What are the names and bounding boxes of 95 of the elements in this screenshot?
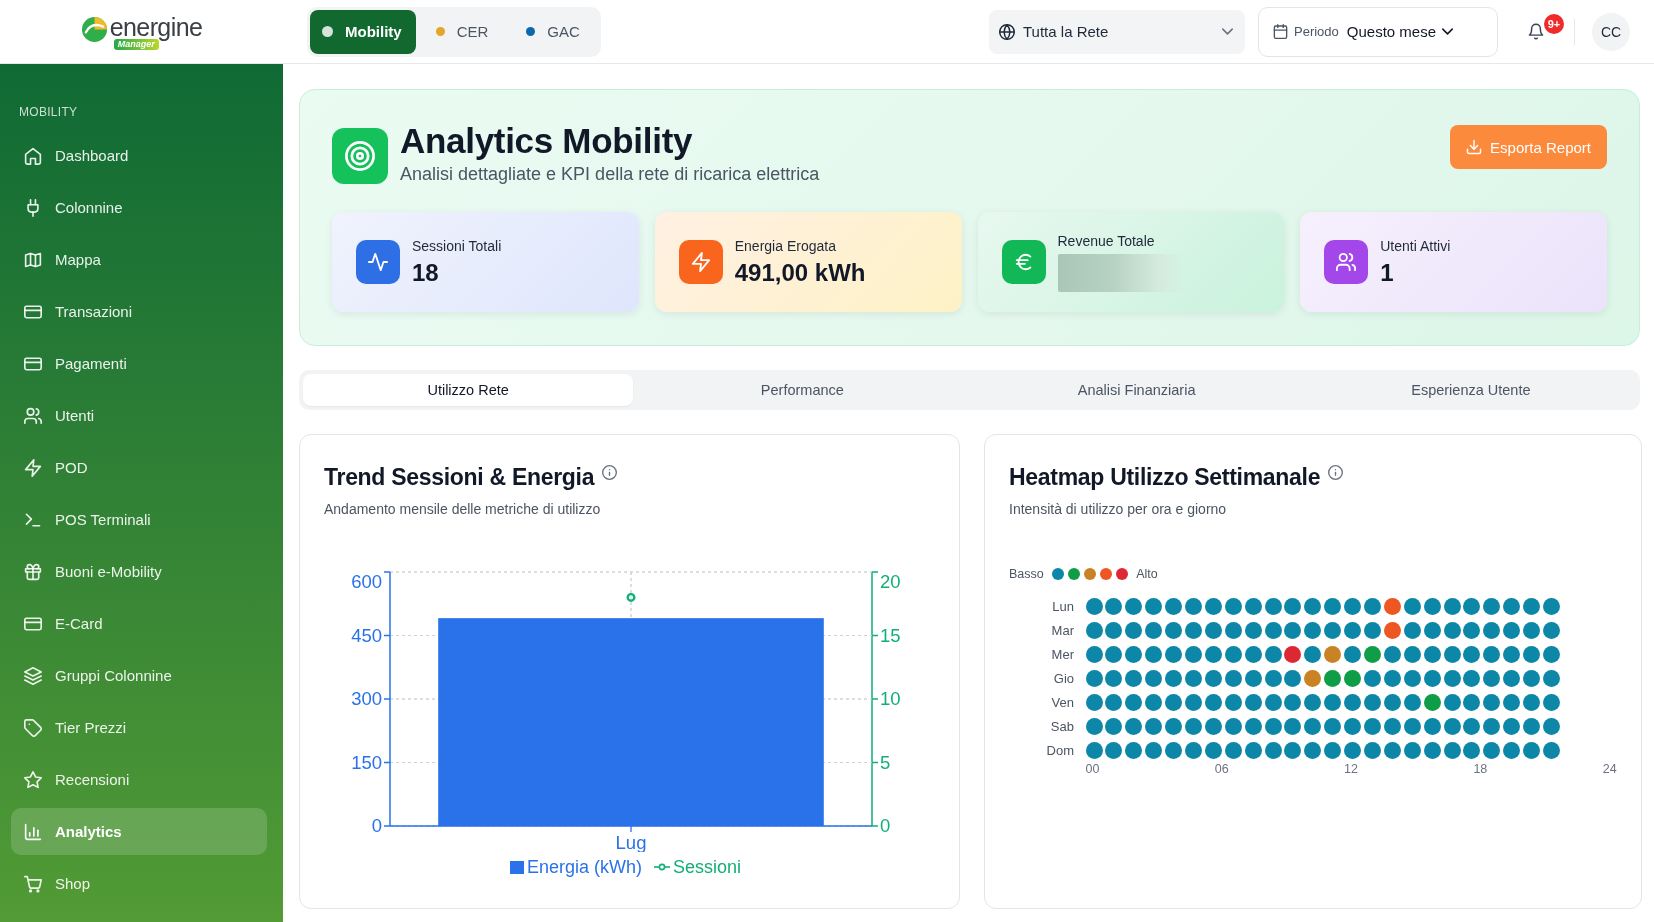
- legend-label: Sessioni: [673, 856, 742, 878]
- axis-tick-label: 600: [351, 570, 382, 592]
- axis-tick-label: 150: [351, 751, 382, 773]
- gift-icon: [24, 562, 42, 581]
- day-label: Mar: [1050, 622, 1074, 638]
- domain-tab[interactable]: GAC: [508, 9, 598, 54]
- home-icon: [24, 146, 42, 165]
- legend-label: Basso: [1009, 566, 1044, 582]
- section-label: MOBILITY: [18, 104, 79, 120]
- info-icon: [1328, 464, 1344, 480]
- star-icon: [24, 770, 42, 789]
- kpi-value: 18: [412, 258, 439, 287]
- page-title: Analytics Mobility: [400, 121, 693, 161]
- card-icon: [24, 614, 42, 633]
- globe-icon: [999, 23, 1015, 40]
- sidebar-item[interactable]: POD: [11, 444, 267, 491]
- kpi-value: 1: [1380, 258, 1394, 287]
- sidebar-item[interactable]: Transazioni: [11, 288, 267, 335]
- card-title: Heatmap Utilizzo Settimanale: [1009, 463, 1321, 491]
- user-avatar[interactable]: CC: [1592, 12, 1630, 51]
- kpi-label: Sessioni Totali: [412, 237, 502, 255]
- sidebar-item[interactable]: Tier Prezzi: [11, 704, 267, 751]
- sidebar-item[interactable]: Gruppi Colonnine: [11, 652, 267, 699]
- logo-wordmark: energine: [109, 13, 203, 40]
- sidebar-item[interactable]: Buoni e-Mobility: [11, 548, 267, 595]
- card-icon: [24, 302, 42, 321]
- legend-swatch-icon: [509, 860, 524, 874]
- cart-icon: [24, 874, 42, 893]
- notification-badge: 9+: [1544, 13, 1564, 34]
- lightning-icon: [24, 458, 42, 477]
- sidebar-item[interactable]: Recensioni: [11, 756, 267, 803]
- axis-tick-label: 0: [880, 815, 891, 837]
- card-title: Trend Sessioni & Energia: [324, 463, 595, 491]
- sidebar-item[interactable]: Shop: [11, 860, 267, 907]
- sidebar-item[interactable]: Utenti: [11, 392, 267, 439]
- tab[interactable]: Analisi Finanziaria: [971, 374, 1302, 406]
- legend-label: Alto: [1136, 566, 1158, 582]
- sidebar-item[interactable]: E-Card: [11, 600, 267, 647]
- period-select[interactable]: Periodo Questo mese: [1258, 6, 1498, 57]
- bell-icon: [1528, 23, 1544, 40]
- kpi-label: Revenue Totale: [1057, 232, 1155, 250]
- kpi-value: 491,00 kWh: [734, 258, 866, 287]
- map-icon: [24, 250, 42, 269]
- axis-tick-label: 15: [880, 624, 901, 646]
- users-icon: [24, 406, 42, 425]
- hour-tick-label: 24: [1602, 762, 1617, 776]
- target-icon: [332, 128, 388, 184]
- kpi-label: Energia Erogata: [734, 237, 836, 255]
- day-label: Ven: [1050, 694, 1074, 710]
- legend-label: Energia (kWh): [526, 856, 642, 878]
- tag-icon: [24, 718, 42, 737]
- calendar-icon: [1273, 24, 1288, 39]
- bar-chart-icon: [24, 822, 42, 841]
- card-icon: [24, 354, 42, 373]
- day-label: Gio: [1052, 670, 1074, 686]
- axis-tick-label: 5: [880, 751, 891, 773]
- sidebar-item[interactable]: POS Terminali: [11, 496, 267, 543]
- domain-tab[interactable]: Mobility: [310, 9, 416, 54]
- domain-tab[interactable]: CER: [417, 9, 507, 54]
- kpi-label: Utenti Attivi: [1380, 237, 1451, 255]
- axis-tick-label: 450: [351, 624, 382, 646]
- axis-tick-label: 10: [880, 688, 901, 710]
- axis-tick-label: 300: [351, 688, 382, 710]
- sidebar-item[interactable]: Dashboard: [11, 132, 267, 179]
- info-icon: [602, 464, 618, 480]
- hour-tick-label: 18: [1473, 762, 1489, 776]
- logo-tagline: Manager: [113, 38, 159, 50]
- sidebar-item[interactable]: Analytics: [11, 808, 267, 855]
- card-subtitle: Andamento mensile delle metriche di utilizzo: [324, 500, 602, 518]
- terminal-prompt-icon: [24, 510, 42, 529]
- day-label: Mer: [1050, 646, 1074, 662]
- plug-icon: [24, 198, 42, 217]
- chevron-down-icon: [1222, 28, 1233, 35]
- page-subtitle: Analisi dettagliate e KPI della rete di ricarica elettrica: [400, 163, 820, 185]
- axis-tick-label: 20: [880, 570, 901, 592]
- sidebar-item[interactable]: Colonnine: [11, 184, 267, 231]
- tab[interactable]: Performance: [637, 374, 968, 406]
- layers-icon: [24, 666, 42, 685]
- hour-tick-label: 06: [1214, 762, 1230, 776]
- day-label: Lun: [1051, 598, 1074, 614]
- sidebar-item[interactable]: Mappa: [11, 236, 267, 283]
- hour-tick-label: 00: [1085, 762, 1101, 776]
- tab[interactable]: Esperienza Utente: [1305, 374, 1636, 406]
- legend-line-icon: [654, 863, 670, 871]
- axis-tick-label: 0: [371, 815, 382, 837]
- day-label: Dom: [1045, 742, 1074, 758]
- download-icon: [1466, 139, 1483, 155]
- network-select[interactable]: Tutta la Rete: [989, 9, 1245, 54]
- sidebar-item[interactable]: Pagamenti: [11, 340, 267, 387]
- day-label: Sab: [1049, 718, 1074, 734]
- logo-icon: [80, 16, 108, 43]
- hour-tick-label: 12: [1344, 762, 1359, 776]
- card-subtitle: Intensità di utilizzo per ora e giorno: [1009, 500, 1228, 518]
- tab[interactable]: Utilizzo Rete: [303, 374, 634, 406]
- chevron-down-icon: [1442, 28, 1454, 35]
